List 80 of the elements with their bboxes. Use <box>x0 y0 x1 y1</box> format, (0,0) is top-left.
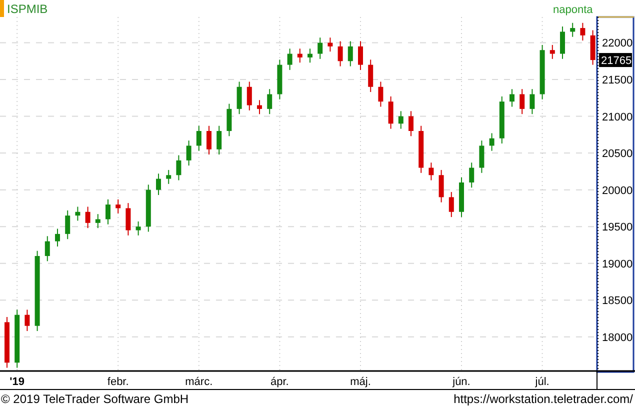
candle <box>520 88 525 115</box>
symbol-marker <box>0 0 4 17</box>
candle <box>277 59 282 100</box>
candle <box>418 125 424 174</box>
date-tick-label: febr. <box>107 376 129 388</box>
candle <box>550 44 555 60</box>
price-tick-label: 19500 <box>602 222 633 234</box>
candle <box>4 316 10 368</box>
candle <box>106 198 110 225</box>
candle <box>186 140 192 166</box>
candle <box>126 202 131 236</box>
candle <box>348 40 353 67</box>
candle <box>176 154 182 181</box>
price-tick-label: 21000 <box>602 111 633 124</box>
price-tick-label: 22000 <box>602 38 633 50</box>
candle <box>236 81 242 115</box>
price-tick-label: 18000 <box>602 332 633 344</box>
candle <box>570 22 576 38</box>
candle <box>459 176 464 218</box>
price-tick-label: 20500 <box>602 148 633 160</box>
candle <box>257 100 262 115</box>
candle <box>398 110 404 130</box>
price-tick-label: 21500 <box>602 74 633 86</box>
candle <box>580 22 586 42</box>
price-tick-label: 19000 <box>602 258 633 270</box>
candle <box>287 48 292 70</box>
candle <box>206 125 212 156</box>
candle <box>95 214 100 229</box>
candle <box>75 206 80 222</box>
candle <box>308 48 312 64</box>
price-tick-label: 18500 <box>602 295 633 308</box>
date-tick-label: júl. <box>535 376 550 388</box>
symbol-label: ISPMIB <box>7 2 48 16</box>
candle <box>560 26 565 60</box>
date-tick-label: '19 <box>10 376 25 388</box>
last-price-tag: 21765 <box>599 53 632 68</box>
candle <box>530 88 535 115</box>
candle <box>540 44 545 100</box>
candle <box>378 81 384 108</box>
candle <box>85 206 90 229</box>
candle <box>136 220 141 236</box>
copyright-text: © 2019 TeleTrader Software GmbH <box>1 392 189 406</box>
candle <box>499 96 504 144</box>
candle <box>116 198 121 214</box>
candle <box>196 125 202 152</box>
candle <box>328 37 333 52</box>
candle <box>44 236 50 262</box>
candle <box>590 30 596 66</box>
date-tick-label: máj. <box>350 376 371 388</box>
interval-label: naponta <box>553 4 593 16</box>
candle <box>246 81 252 111</box>
website-link[interactable]: https://workstation.teletrader.com/ <box>454 392 633 406</box>
candle <box>65 210 70 240</box>
candle <box>55 228 60 247</box>
candle <box>489 132 494 152</box>
date-tick-label: jún. <box>452 376 470 388</box>
candle <box>510 88 514 108</box>
candle <box>216 125 222 156</box>
candle <box>166 169 172 184</box>
date-tick-label: ápr. <box>270 376 289 388</box>
candle <box>156 173 161 196</box>
candle <box>226 103 232 137</box>
candle <box>358 40 363 70</box>
candle <box>24 309 30 332</box>
candle <box>297 48 302 64</box>
candle <box>146 184 151 232</box>
candle <box>408 110 414 137</box>
candle <box>14 309 20 368</box>
price-tick-label: 20000 <box>602 184 633 197</box>
candle <box>368 59 374 92</box>
date-tick-label: márc. <box>185 376 213 388</box>
candle <box>479 140 484 174</box>
candle <box>388 96 394 130</box>
candle <box>338 40 343 67</box>
candle <box>469 162 474 188</box>
candle <box>428 162 434 181</box>
candle <box>448 192 454 218</box>
candle <box>267 88 272 115</box>
candle <box>438 169 444 203</box>
candle <box>318 37 323 60</box>
